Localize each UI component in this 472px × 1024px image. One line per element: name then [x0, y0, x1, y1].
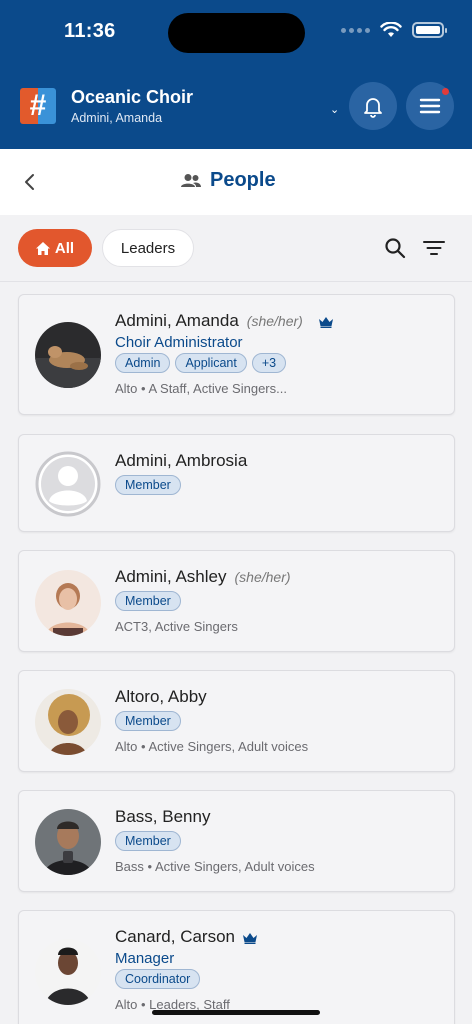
people-icon — [181, 173, 201, 187]
avatar — [35, 689, 101, 755]
filter-icon[interactable] — [423, 238, 445, 258]
person-info: Admini, Ambrosia Member — [115, 451, 444, 495]
person-tags: Member — [115, 475, 444, 495]
person-name: Admini, Ambrosia — [115, 451, 248, 470]
person-card[interactable]: Admini, Ambrosia Member — [18, 434, 455, 532]
chevron-down-icon[interactable]: ⌄ — [330, 103, 339, 116]
wifi-icon — [380, 22, 402, 37]
person-pronouns: (she/her) — [234, 569, 291, 585]
notifications-button[interactable] — [349, 82, 397, 130]
person-role: Manager — [115, 950, 175, 967]
person-tags: Member — [115, 831, 444, 851]
menu-button[interactable] — [406, 82, 454, 130]
search-icon[interactable] — [384, 237, 406, 259]
person-groups: Alto • A Staff, Active Singers... — [115, 381, 287, 396]
person-info: Canard, Carson Manager Coordinator Alto … — [115, 927, 444, 1012]
current-user[interactable]: Admini, Amanda — [71, 111, 162, 125]
person-info: Bass, Benny Member Bass • Active Singers… — [115, 807, 444, 874]
person-tags: Admin Applicant +3 — [115, 353, 444, 373]
page-title-text: People — [210, 169, 276, 191]
person-name: Admini, Amanda — [115, 311, 239, 330]
avatar — [35, 939, 101, 1005]
logo-glyph: # — [29, 89, 47, 122]
page-header: People — [0, 149, 472, 215]
person-info: Admini, Ashley (she/her) Member ACT3, Ac… — [115, 567, 444, 634]
org-name[interactable]: Oceanic Choir — [71, 87, 193, 108]
person-role: Choir Administrator — [115, 334, 243, 351]
person-pronouns: (she/her) — [246, 313, 303, 329]
person-name: Canard, Carson — [115, 927, 236, 946]
person-groups: Alto • Active Singers, Adult voices — [115, 739, 309, 754]
tag-badge: Member — [115, 591, 181, 611]
filter-bar: All Leaders — [0, 215, 472, 281]
app-header: 11:36 # Oceanic Choir Admini, Amanda ⌄ — [0, 0, 472, 149]
leader-crown-icon — [318, 317, 333, 328]
back-chevron-icon[interactable] — [20, 171, 40, 193]
choir-logo[interactable]: # — [20, 88, 56, 124]
tag-badge: Member — [115, 475, 181, 495]
tag-badge: Member — [115, 831, 181, 851]
page-title: People — [180, 169, 276, 192]
home-icon — [35, 241, 50, 255]
leader-crown-icon — [243, 933, 258, 944]
avatar — [35, 322, 101, 388]
person-groups: ACT3, Active Singers — [115, 619, 238, 634]
notification-dot — [442, 88, 449, 95]
divider — [0, 281, 472, 282]
hamburger-menu-icon — [419, 98, 441, 114]
tag-badge: Coordinator — [115, 969, 201, 989]
more-tags-badge: +3 — [251, 353, 287, 373]
person-groups: Bass • Active Singers, Adult voices — [115, 859, 315, 874]
person-card[interactable]: Admini, Amanda (she/her) Choir Administr… — [18, 294, 455, 415]
status-icons — [341, 22, 447, 38]
person-card[interactable]: Altoro, Abby Member Alto • Active Singer… — [18, 670, 455, 772]
person-name: Admini, Ashley — [115, 567, 227, 586]
person-name: Altoro, Abby — [115, 687, 207, 706]
filter-all-button[interactable]: All — [18, 229, 92, 267]
battery-icon — [412, 22, 447, 38]
person-tags: Member — [115, 711, 444, 731]
person-card[interactable]: Admini, Ashley (she/her) Member ACT3, Ac… — [18, 550, 455, 652]
avatar — [35, 809, 101, 875]
person-card[interactable]: Bass, Benny Member Bass • Active Singers… — [18, 790, 455, 892]
person-info: Altoro, Abby Member Alto • Active Singer… — [115, 687, 444, 754]
avatar — [35, 570, 101, 636]
filter-leaders-label: Leaders — [120, 239, 176, 257]
bell-icon — [364, 98, 382, 118]
person-tags: Member — [115, 591, 444, 611]
status-time: 11:36 — [64, 20, 116, 42]
dynamic-island — [168, 13, 305, 53]
avatar-placeholder — [35, 451, 101, 517]
tag-badge: Admin — [115, 353, 171, 373]
home-indicator[interactable] — [152, 1010, 320, 1015]
person-name: Bass, Benny — [115, 807, 211, 826]
filter-all-label: All — [54, 239, 75, 257]
cellular-icon — [341, 27, 370, 33]
tag-badge: Applicant — [175, 353, 247, 373]
filter-leaders-button[interactable]: Leaders — [102, 229, 194, 267]
tag-badge: Member — [115, 711, 181, 731]
person-info: Admini, Amanda (she/her) Choir Administr… — [115, 311, 444, 396]
person-card[interactable]: Canard, Carson Manager Coordinator Alto … — [18, 910, 455, 1024]
person-tags: Coordinator — [115, 969, 444, 989]
